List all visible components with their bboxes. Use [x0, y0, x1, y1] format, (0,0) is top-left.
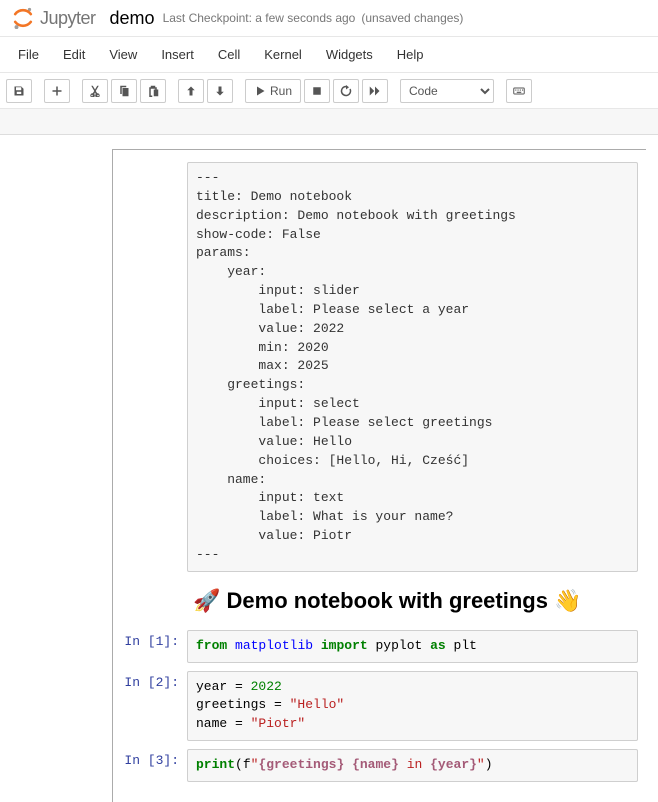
- move-up-button[interactable]: [178, 79, 204, 103]
- header: Jupyter demo Last Checkpoint: a few seco…: [0, 0, 658, 37]
- restart-icon: [340, 85, 352, 97]
- logo-text: Jupyter: [40, 8, 96, 29]
- jupyter-logo-icon: [10, 5, 36, 31]
- toolbar: Run Code: [0, 73, 658, 109]
- prompt-empty: [113, 162, 187, 572]
- code-cell-3-content[interactable]: print(f"{greetings} {name} in {year}"): [187, 749, 638, 782]
- menubar: File Edit View Insert Cell Kernel Widget…: [0, 37, 658, 73]
- run-label: Run: [270, 84, 292, 98]
- arrow-down-icon: [214, 85, 226, 97]
- copy-icon: [118, 85, 130, 97]
- paste-button[interactable]: [140, 79, 166, 103]
- menu-file[interactable]: File: [6, 41, 51, 68]
- copy-button[interactable]: [111, 79, 137, 103]
- markdown-cell[interactable]: 🚀 Demo notebook with greetings 👋: [113, 576, 646, 626]
- menu-kernel[interactable]: Kernel: [252, 41, 314, 68]
- save-icon: [13, 85, 25, 97]
- raw-cell-content[interactable]: --- title: Demo notebook description: De…: [187, 162, 638, 572]
- add-cell-button[interactable]: [44, 79, 70, 103]
- notebook-container: --- title: Demo notebook description: De…: [112, 149, 646, 802]
- code-cell-2[interactable]: In [2]: year = 2022 greetings = "Hello" …: [113, 667, 646, 746]
- cell-type-select[interactable]: Code: [400, 79, 494, 103]
- prompt-in-3: In [3]:: [113, 749, 187, 782]
- markdown-heading: 🚀 Demo notebook with greetings 👋: [193, 588, 632, 614]
- checkpoint-status: Last Checkpoint: a few seconds ago: [163, 11, 356, 25]
- move-down-button[interactable]: [207, 79, 233, 103]
- cut-icon: [89, 85, 101, 97]
- menu-cell[interactable]: Cell: [206, 41, 252, 68]
- stop-icon: [311, 85, 323, 97]
- paste-icon: [147, 85, 159, 97]
- unsaved-status: (unsaved changes): [361, 11, 463, 25]
- code-cell-1[interactable]: In [1]: from matplotlib import pyplot as…: [113, 626, 646, 667]
- interrupt-button[interactable]: [304, 79, 330, 103]
- prompt-in-1: In [1]:: [113, 630, 187, 663]
- notebook-name[interactable]: demo: [110, 8, 155, 29]
- menu-widgets[interactable]: Widgets: [314, 41, 385, 68]
- code-cell-3[interactable]: In [3]: print(f"{greetings} {name} in {y…: [113, 745, 646, 786]
- raw-cell[interactable]: --- title: Demo notebook description: De…: [113, 158, 646, 576]
- toolbar-spacer: [0, 109, 658, 135]
- command-palette-button[interactable]: [506, 79, 532, 103]
- cut-button[interactable]: [82, 79, 108, 103]
- menu-insert[interactable]: Insert: [149, 41, 206, 68]
- menu-edit[interactable]: Edit: [51, 41, 97, 68]
- prompt-in-2: In [2]:: [113, 671, 187, 742]
- code-cell-1-content[interactable]: from matplotlib import pyplot as plt: [187, 630, 638, 663]
- run-button[interactable]: Run: [245, 79, 301, 103]
- restart-button[interactable]: [333, 79, 359, 103]
- menu-help[interactable]: Help: [385, 41, 436, 68]
- fast-forward-icon: [369, 85, 381, 97]
- menu-view[interactable]: View: [97, 41, 149, 68]
- logo[interactable]: Jupyter: [10, 5, 96, 31]
- play-icon: [254, 85, 266, 97]
- restart-run-all-button[interactable]: [362, 79, 388, 103]
- save-button[interactable]: [6, 79, 32, 103]
- keyboard-icon: [513, 85, 525, 97]
- arrow-up-icon: [185, 85, 197, 97]
- plus-icon: [51, 85, 63, 97]
- code-cell-2-content[interactable]: year = 2022 greetings = "Hello" name = "…: [187, 671, 638, 742]
- prompt-empty: [113, 580, 187, 622]
